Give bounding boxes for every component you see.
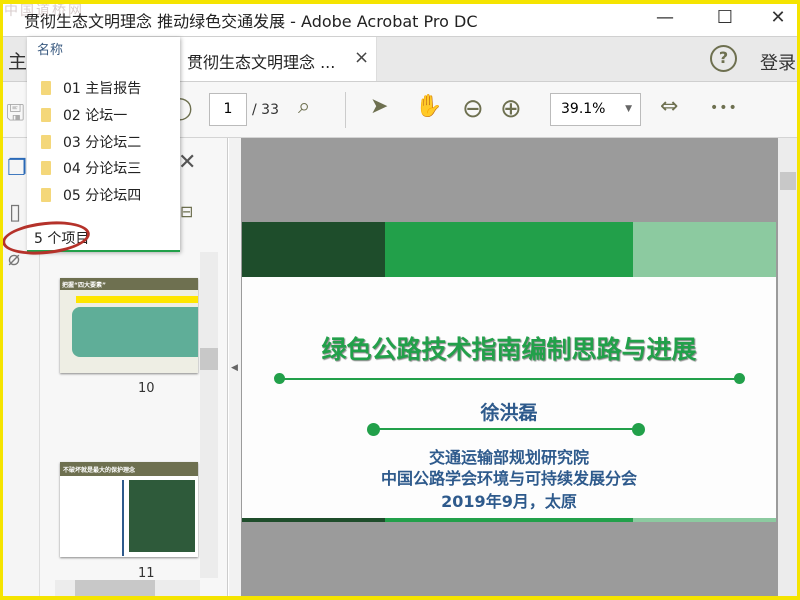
scrollbar-thumb[interactable] (780, 172, 796, 190)
thumbnail-page-10[interactable]: 把握“四大要素” (60, 278, 198, 373)
thumbnail-vertical-scrollbar[interactable] (200, 252, 218, 578)
slide-author: 徐洪磊 (480, 402, 538, 424)
total-pages: / 33 (252, 102, 279, 118)
folder-icon (41, 108, 51, 122)
scrollbar-thumb[interactable] (75, 580, 155, 598)
zoom-select[interactable]: 39.1% ▼ (550, 93, 641, 126)
fit-width-icon[interactable]: ⇔ (660, 94, 678, 119)
folder-item[interactable]: 01 主旨报告 (41, 78, 141, 98)
thumbnail-label: 10 (138, 381, 155, 396)
divider (345, 92, 346, 128)
thumbnail-title: 不破坏就是最大的保护理念 (60, 462, 198, 476)
folder-icon (41, 135, 51, 149)
folder-popup: 名称 01 主旨报告 02 论坛一 03 分论坛二 04 分论坛三 05 分论坛… (27, 37, 180, 252)
chevron-down-icon: ▼ (625, 104, 632, 114)
page-thumbnails-icon[interactable]: ❐ (7, 156, 27, 181)
folder-item[interactable]: 03 分论坛二 (41, 132, 141, 152)
close-button[interactable]: ✕ (758, 4, 798, 32)
zoom-value: 39.1% (561, 101, 606, 117)
page-number-input[interactable]: 1 (209, 93, 247, 126)
close-panel-icon[interactable]: ✕ (178, 150, 196, 175)
slide-org-2: 中国公路学会环境与可持续发展分会 (380, 469, 637, 488)
scrollbar-thumb[interactable] (200, 348, 218, 370)
folder-item[interactable]: 02 论坛一 (41, 105, 127, 125)
column-header-name[interactable]: 名称 (37, 39, 63, 58)
thumbnail-label: 11 (138, 566, 155, 581)
select-cursor-icon[interactable]: ➤ (370, 94, 388, 119)
folder-item[interactable]: 05 分论坛四 (41, 185, 141, 205)
slide-page: 绿色公路技术指南编制思路与进展 徐洪磊 交通运输部规划研究院 中国公路学会环境与… (242, 222, 776, 522)
zoom-out-icon[interactable]: ⊖ (462, 94, 484, 124)
thumbnail-options-icon[interactable]: ⊟ (180, 202, 193, 221)
folder-icon (41, 81, 51, 95)
slide-date: 2019年9月，太原 (441, 492, 577, 511)
folder-icon (41, 161, 51, 175)
document-vertical-scrollbar[interactable] (778, 138, 798, 600)
folder-icon (41, 188, 51, 202)
window-title: 贯彻生态文明理念 推动绿色交通发展 - Adobe Acrobat Pro DC (24, 12, 478, 31)
hand-tool-icon[interactable]: ✋ (415, 94, 442, 119)
tab-document-label: 贯彻生态文明理念 ... (187, 53, 336, 72)
bookmark-icon[interactable]: ▯ (9, 200, 21, 225)
page-zoom-icon[interactable]: ⌕ (298, 94, 310, 119)
minimize-button[interactable]: — (645, 4, 685, 32)
thumbnail-page-11[interactable]: 不破坏就是最大的保护理念 (60, 462, 198, 557)
thumbnail-horizontal-scrollbar[interactable] (55, 580, 200, 598)
zoom-in-icon[interactable]: ⊕ (500, 94, 522, 124)
tab-home[interactable]: 主 (8, 47, 27, 74)
help-icon[interactable]: ? (710, 45, 737, 72)
maximize-button[interactable]: ☐ (705, 4, 745, 32)
folder-item[interactable]: 04 分论坛三 (41, 158, 141, 178)
close-tab-icon[interactable]: × (354, 47, 369, 68)
title-bar: 中国道桥网 贯彻生态文明理念 推动绿色交通发展 - Adobe Acrobat … (0, 0, 800, 37)
tab-document[interactable]: 贯彻生态文明理念 ... × (152, 37, 377, 81)
document-view[interactable]: ◀ 绿色公路技术指南编制思路与进展 徐洪磊 交通运输部规划研究院 中国公路学会环… (229, 138, 800, 600)
thumbnail-title: 把握“四大要素” (60, 278, 198, 290)
more-tools-icon[interactable]: ••• (710, 100, 738, 116)
panel-collapse-handle[interactable]: ◀ (229, 138, 241, 600)
login-link[interactable]: 登录 (760, 49, 796, 75)
save-icon[interactable]: 🖫 (6, 96, 25, 134)
slide-title: 绿色公路技术指南编制思路与进展 (321, 335, 697, 364)
